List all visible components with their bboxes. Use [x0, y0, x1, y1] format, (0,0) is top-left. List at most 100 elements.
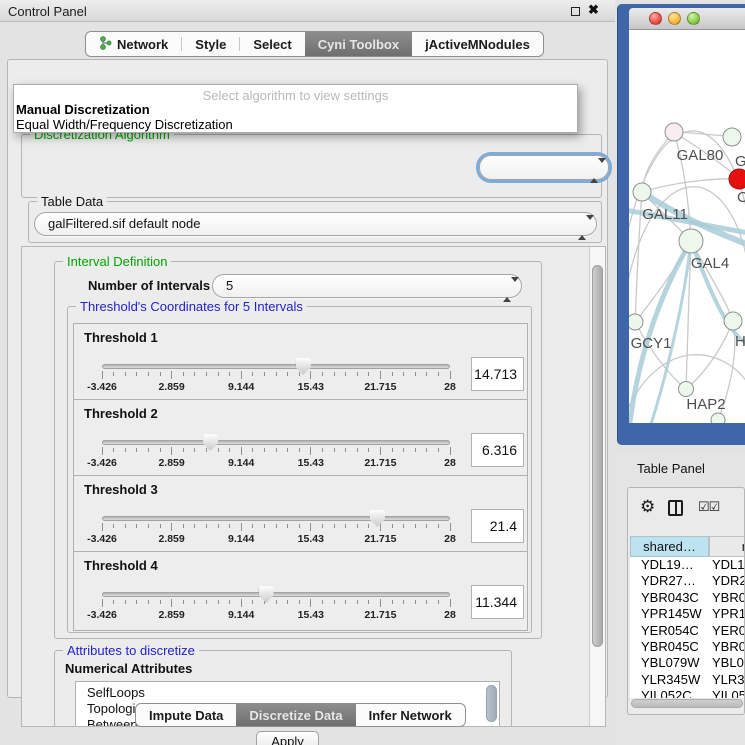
- slider-thumb[interactable]: [259, 586, 274, 603]
- slider-tick: [403, 372, 404, 376]
- slider-track[interactable]: [102, 592, 450, 597]
- tick-label: 21.715: [357, 457, 403, 469]
- table-row[interactable]: YER054CYER05: [630, 623, 744, 639]
- zoom-traffic-light-icon[interactable]: [687, 12, 700, 25]
- cell-name[interactable]: YIL05: [712, 688, 744, 698]
- cell-shared-name[interactable]: YBR043C: [630, 590, 712, 606]
- cell-shared-name[interactable]: YDR27…: [630, 573, 712, 589]
- GCY1-node[interactable]: [629, 314, 643, 330]
- column-layout-icon[interactable]: [668, 500, 683, 516]
- tab-cyni-toolbox[interactable]: Cyni Toolbox: [305, 32, 412, 56]
- attributes-group-label: Attributes to discretize: [63, 643, 199, 658]
- GAL4-node[interactable]: [679, 229, 703, 253]
- node-label-GAL4: GAL4: [691, 255, 729, 272]
- GAL11-node[interactable]: [633, 183, 651, 201]
- network-canvas[interactable]: GAL80GACGAL11GAL4GCY1HHAP2: [629, 30, 745, 423]
- algorithm-option[interactable]: Equal Width/Frequency Discretization: [16, 117, 233, 132]
- table-row[interactable]: YBR045CYBR04: [630, 639, 744, 655]
- gear-icon[interactable]: ⚙: [640, 497, 655, 517]
- slider-tick: [241, 371, 242, 379]
- red-node[interactable]: [729, 169, 745, 189]
- cell-shared-name[interactable]: YER054C: [630, 623, 712, 639]
- node-label-H: H: [735, 333, 745, 350]
- slider-track[interactable]: [102, 516, 450, 521]
- node-bottom-partial[interactable]: [711, 413, 725, 423]
- cell-name[interactable]: YLR34: [712, 672, 744, 688]
- slider-tick: [334, 448, 335, 452]
- slider-tick: [415, 448, 416, 452]
- algorithm-combo[interactable]: [479, 155, 609, 180]
- algorithm-option[interactable]: Manual Discretization: [16, 102, 150, 117]
- node-attribute-table[interactable]: shared… na YDL19…YDL19YDR27…YDR27YBR043C…: [630, 536, 744, 698]
- number-of-intervals-combo[interactable]: 5: [212, 274, 522, 298]
- tick-label: 2.859: [149, 533, 195, 545]
- table-row[interactable]: YDL19…YDL19: [630, 557, 744, 573]
- cell-shared-name[interactable]: YDL19…: [630, 557, 712, 573]
- GAL80-node[interactable]: [665, 123, 683, 141]
- float-window-icon[interactable]: [571, 7, 580, 16]
- cell-name[interactable]: YDR27: [712, 573, 744, 589]
- table-row[interactable]: YPR145WYPR14: [630, 606, 744, 622]
- slider-tick: [241, 599, 242, 607]
- cell-shared-name[interactable]: YBR045C: [630, 639, 712, 655]
- node-top-right[interactable]: [723, 128, 741, 146]
- slider-track[interactable]: [102, 440, 450, 445]
- tab-jactivemnodules[interactable]: jActiveMNodules: [412, 32, 543, 56]
- cell-shared-name[interactable]: YLR345W: [630, 672, 712, 688]
- apply-button[interactable]: Apply: [256, 731, 319, 745]
- slider-tick: [183, 600, 184, 604]
- tab-infer-network[interactable]: Infer Network: [356, 704, 465, 726]
- tab-select[interactable]: Select: [240, 32, 304, 56]
- attribute-list-item[interactable]: SelfLoops: [76, 685, 499, 701]
- slider-tick: [264, 448, 265, 452]
- threshold-value-field[interactable]: 6.316: [471, 433, 524, 467]
- slider-thumb[interactable]: [370, 510, 385, 527]
- table-row[interactable]: YIL052CYIL05: [630, 688, 744, 698]
- table-horizontal-scrollbar[interactable]: [631, 699, 743, 708]
- slider-tick: [357, 600, 358, 604]
- cell-shared-name[interactable]: YPR145W: [630, 606, 712, 622]
- tab-impute-data[interactable]: Impute Data: [136, 704, 236, 726]
- cell-shared-name[interactable]: YIL052C: [630, 688, 712, 698]
- tick-label: 9.144: [218, 609, 264, 621]
- minimize-traffic-light-icon[interactable]: [668, 12, 681, 25]
- slider-tick: [287, 600, 288, 604]
- settings-vertical-scrollbar[interactable]: [589, 247, 605, 726]
- table-row[interactable]: YLR345WYLR34: [630, 672, 744, 688]
- slider-tick: [392, 600, 393, 604]
- HAP2-node[interactable]: [679, 382, 694, 397]
- attributes-list-scrollbar[interactable]: [486, 685, 497, 722]
- table-panel-body: ⚙ ☑☑ shared… na YDL19…YDL19YDR27…YDR27YB…: [627, 487, 745, 715]
- close-traffic-light-icon[interactable]: [649, 12, 662, 25]
- threshold-value-field[interactable]: 11.344: [471, 585, 524, 619]
- column-header-shared-name[interactable]: shared…: [630, 536, 709, 557]
- cell-name[interactable]: YBL07: [712, 655, 744, 671]
- node-right-mid[interactable]: [724, 312, 742, 330]
- cell-shared-name[interactable]: YBL079W: [630, 655, 712, 671]
- threshold-value-field[interactable]: 21.4: [471, 509, 524, 543]
- checkbox-icons[interactable]: ☑☑: [698, 499, 719, 515]
- algorithm-dropdown-popup: Select algorithm to view settings Manual…: [13, 84, 578, 133]
- tab-network[interactable]: Network: [86, 32, 181, 56]
- cell-name[interactable]: YBR04: [712, 590, 744, 606]
- tab-discretize-data[interactable]: Discretize Data: [236, 704, 355, 726]
- cell-name[interactable]: YDL19: [712, 557, 744, 573]
- cell-name[interactable]: YER05: [712, 623, 744, 639]
- cell-name[interactable]: YBR04: [712, 639, 744, 655]
- column-header-name[interactable]: na: [709, 536, 744, 557]
- threshold-value-field[interactable]: 14.713: [471, 357, 524, 391]
- slider-track[interactable]: [102, 364, 450, 369]
- table-row[interactable]: YBR043CYBR04: [630, 590, 744, 606]
- cell-name[interactable]: YPR14: [712, 606, 744, 622]
- tick-label: 15.43: [288, 457, 334, 469]
- slider-tick: [287, 448, 288, 452]
- table-data-combo[interactable]: galFiltered.sif default node: [34, 212, 597, 236]
- close-icon[interactable]: ✖: [588, 2, 599, 18]
- table-row[interactable]: YBL079WYBL07: [630, 655, 744, 671]
- node-label-GAL11: GAL11: [642, 206, 688, 223]
- settings-scroll-area: Interval Definition Number of Intervals …: [21, 246, 606, 727]
- scrollbar-thumb[interactable]: [592, 265, 603, 647]
- table-row[interactable]: YDR27…YDR27: [630, 573, 744, 589]
- thresholds-group-label: Threshold's Coordinates for 5 Intervals: [76, 299, 307, 314]
- tab-style[interactable]: Style: [182, 32, 239, 56]
